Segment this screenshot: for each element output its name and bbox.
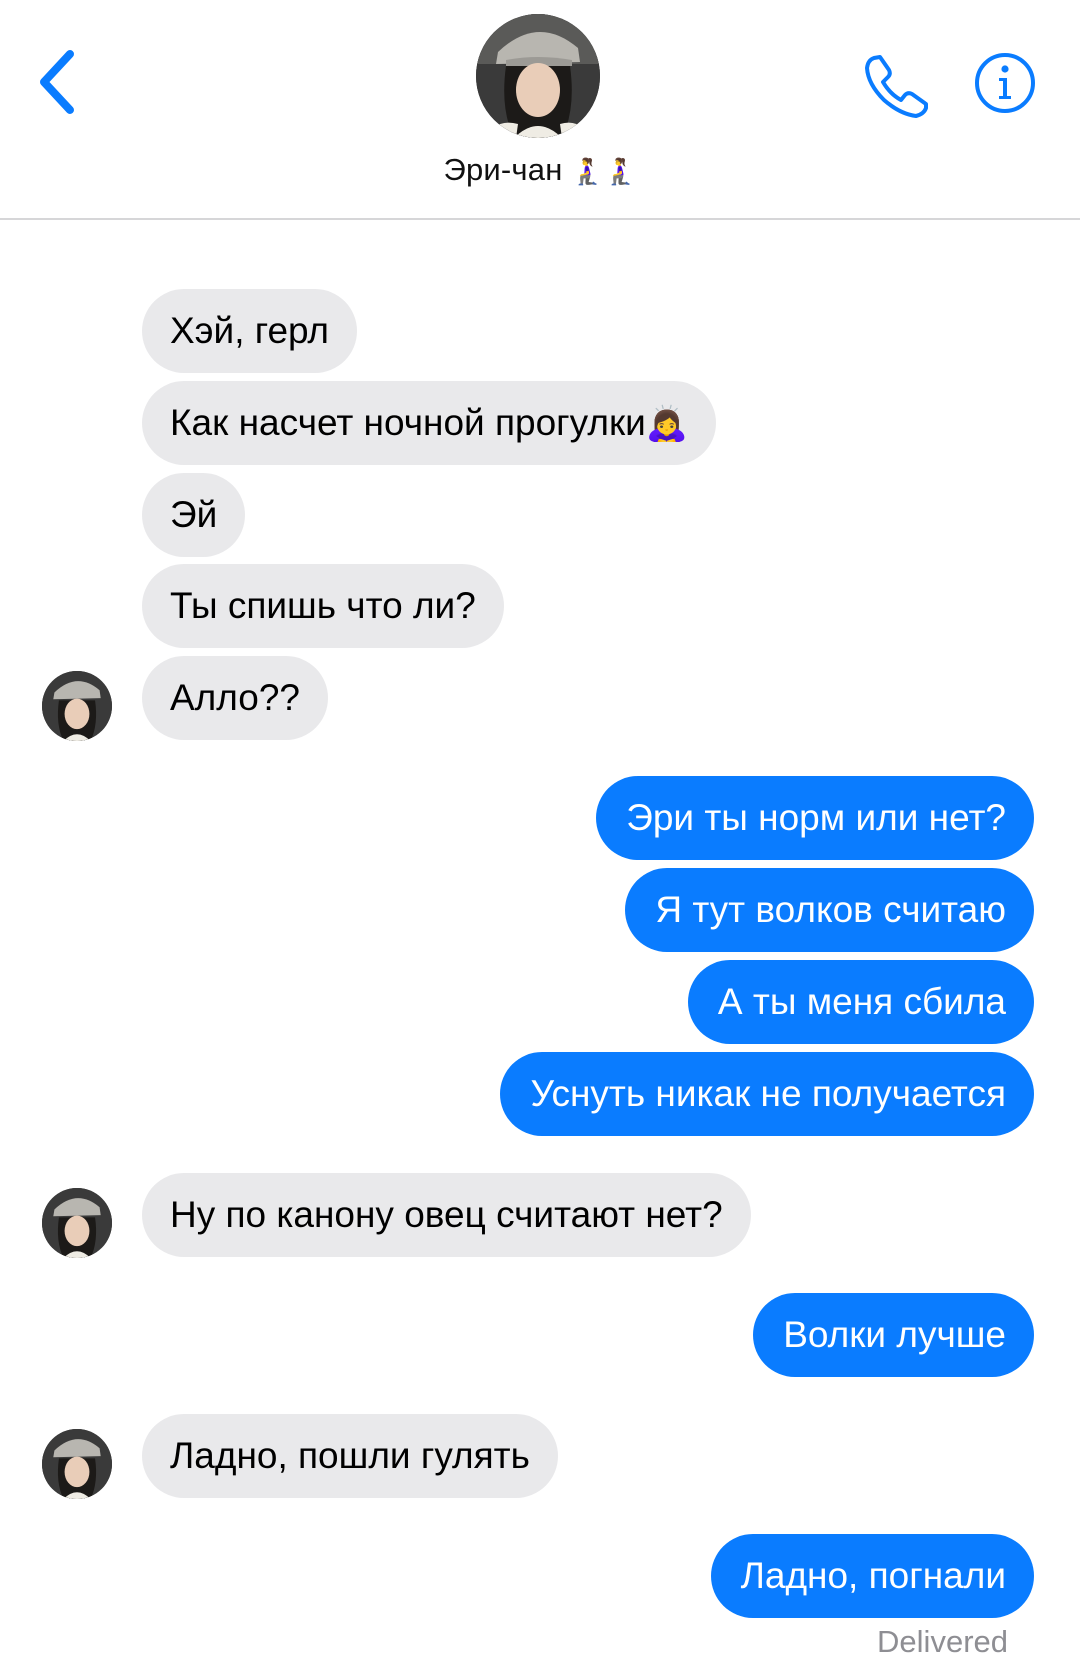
message-text: Эри ты норм или нет? [626, 797, 1006, 838]
message-text: Алло?? [170, 677, 301, 718]
info-icon [975, 53, 1035, 113]
message-text: Ладно, пошли гулять [170, 1435, 530, 1476]
message-outgoing[interactable]: Я тут волков считаю [625, 868, 1034, 952]
contact-name-text: Эри-чан [443, 152, 563, 187]
message-incoming[interactable]: Ладно, пошли гулять [142, 1414, 558, 1498]
message-outgoing[interactable]: А ты меня сбила [687, 960, 1034, 1044]
message-incoming[interactable]: Эй [142, 473, 246, 557]
avatar-image [42, 671, 112, 741]
message-incoming[interactable]: Ты спишь что ли? [142, 564, 504, 648]
kneeling-woman-emoji: 🧎‍♀️🧎‍♀️ [571, 157, 637, 187]
sender-avatar[interactable] [42, 1188, 112, 1258]
sender-avatar[interactable] [42, 1429, 112, 1499]
message-text: Ты спишь что ли? [170, 585, 476, 626]
avatar-image [42, 1188, 112, 1258]
message-text: Ладно, погнали [740, 1555, 1006, 1596]
message-incoming[interactable]: Алло?? [142, 656, 329, 740]
message-outgoing[interactable]: Волки лучше [753, 1293, 1034, 1377]
message-outgoing[interactable]: Ладно, погнали [710, 1534, 1034, 1618]
contact-avatar[interactable] [476, 14, 600, 138]
message-text: Как насчет ночной прогулки [170, 402, 646, 443]
bowing-woman-emoji: 🙇‍♀️ [645, 404, 689, 444]
message-outgoing[interactable]: Уснуть никак не получается [500, 1052, 1034, 1136]
sender-avatar[interactable] [42, 671, 112, 741]
message-incoming[interactable]: Ну по канону овец считают нет? [142, 1173, 751, 1257]
avatar-image [42, 1429, 112, 1499]
contact-name[interactable]: Эри-чан 🧎‍♀️🧎‍♀️ [0, 152, 1080, 188]
message-text: Я тут волков считаю [655, 889, 1006, 930]
message-incoming[interactable]: Хэй, герл [142, 289, 357, 373]
chat-header: Эри-чан 🧎‍♀️🧎‍♀️ [0, 0, 1080, 220]
phone-icon [865, 55, 928, 118]
delivery-status: Delivered [877, 1624, 1008, 1659]
info-button[interactable] [974, 52, 1036, 114]
message-outgoing[interactable]: Эри ты норм или нет? [596, 776, 1034, 860]
message-text: Ну по канону овец считают нет? [170, 1194, 723, 1235]
back-button[interactable] [30, 42, 90, 122]
message-incoming[interactable]: Как насчет ночной прогулки🙇‍♀️ [142, 381, 717, 465]
call-button[interactable] [860, 50, 932, 122]
message-text: Уснуть никак не получается [530, 1073, 1006, 1114]
message-text: Волки лучше [783, 1314, 1006, 1355]
message-text: Хэй, герл [170, 310, 329, 351]
message-text: Эй [170, 494, 218, 535]
chevron-left-icon [40, 50, 74, 114]
message-text: А ты меня сбила [717, 981, 1006, 1022]
avatar-image [476, 14, 600, 138]
